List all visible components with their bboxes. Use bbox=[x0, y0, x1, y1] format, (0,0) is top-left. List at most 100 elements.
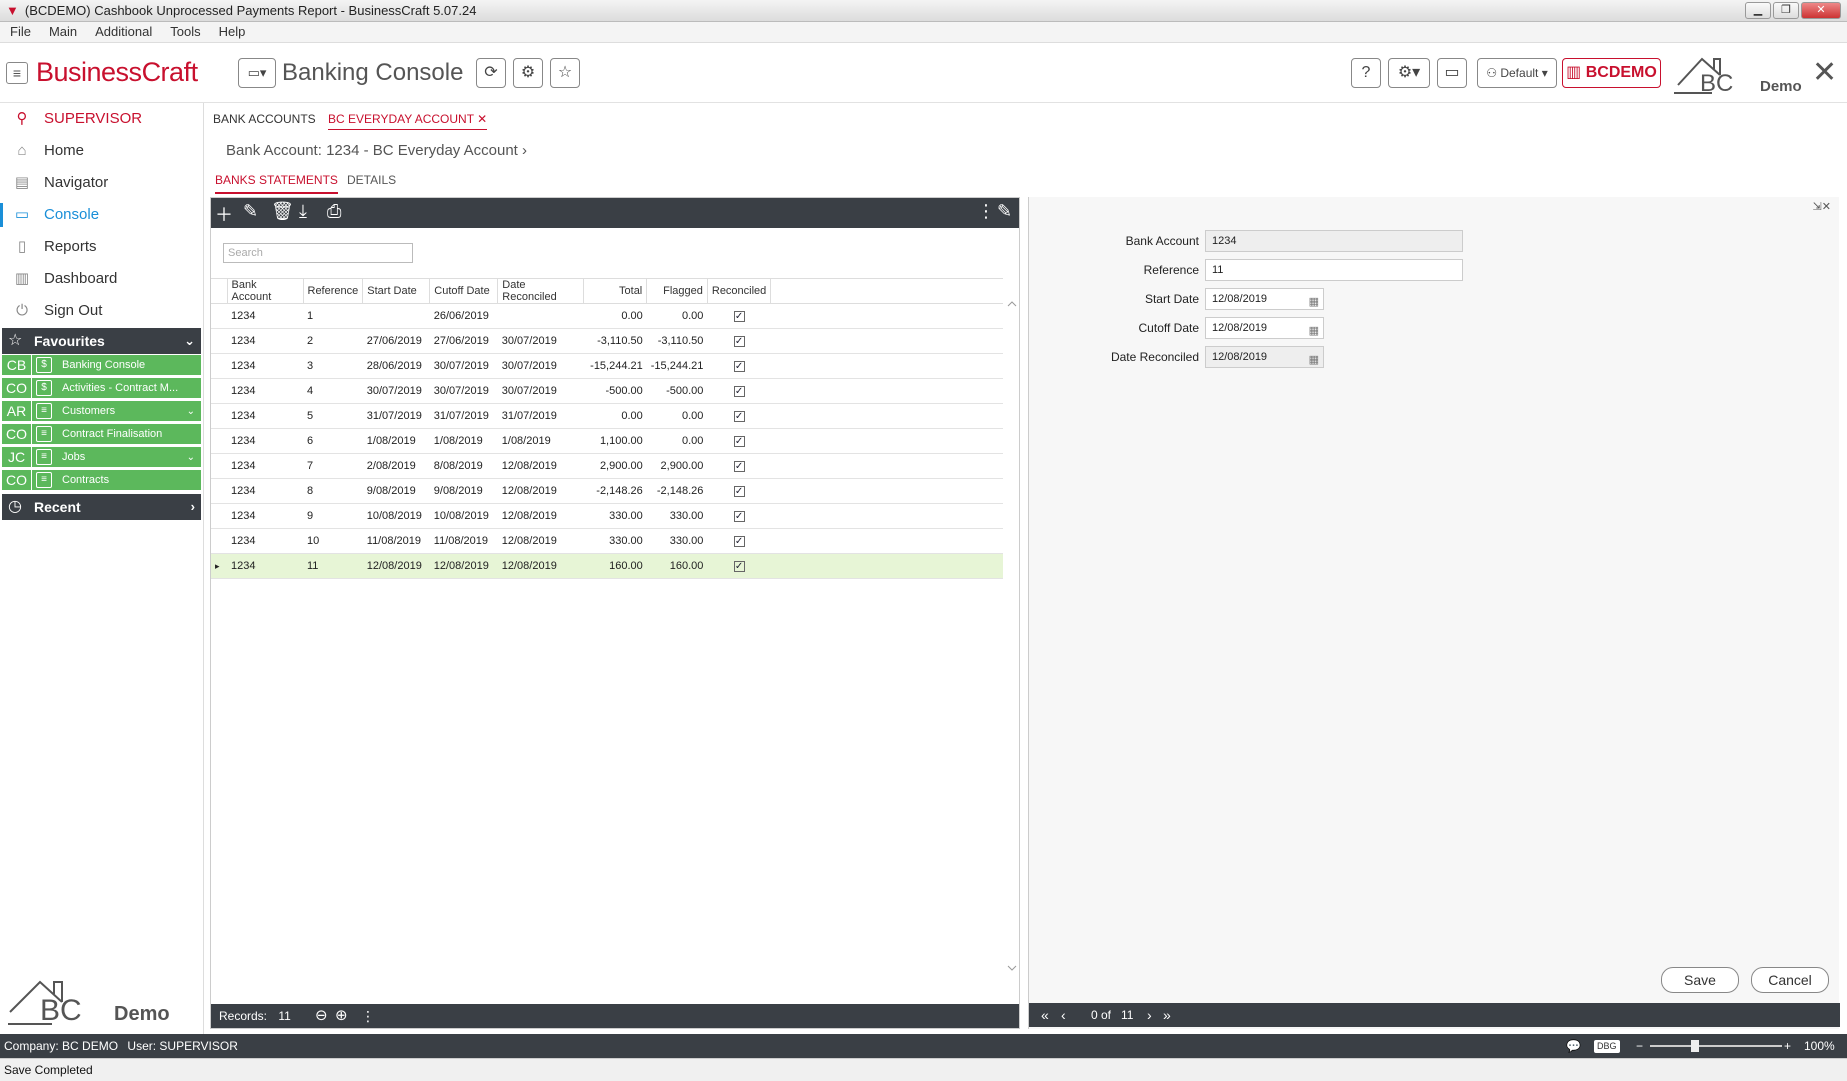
table-cell[interactable]: 1234 bbox=[227, 378, 303, 404]
table-cell[interactable]: 31/07/2019 bbox=[497, 403, 584, 429]
table-cell[interactable]: 31/07/2019 bbox=[362, 403, 430, 429]
zoom-out-icon[interactable]: − bbox=[1636, 1034, 1643, 1058]
sidebar-user[interactable]: ⚲ SUPERVISOR bbox=[0, 103, 204, 135]
column-header[interactable]: Start Date bbox=[362, 278, 431, 304]
table-cell[interactable]: 1234 bbox=[227, 403, 303, 429]
debug-badge[interactable]: DBG bbox=[1594, 1040, 1620, 1053]
table-cell[interactable]: 9 bbox=[303, 503, 363, 529]
first-record-icon[interactable]: « bbox=[1041, 1003, 1049, 1027]
table-cell[interactable]: -3,110.50 bbox=[646, 328, 708, 354]
table-row[interactable]: 1234 9 10/08/2019 10/08/2019 12/08/2019 330.0… bbox=[211, 503, 1003, 529]
sidebar-item-console[interactable]: ▭ Console bbox=[0, 199, 204, 231]
table-cell[interactable]: 1234 bbox=[227, 503, 303, 529]
table-cell[interactable]: 30/07/2019 bbox=[497, 353, 584, 379]
table-cell[interactable]: 30/07/2019 bbox=[429, 353, 498, 379]
table-cell[interactable]: 160.00 bbox=[583, 553, 647, 579]
reconciled-checkbox[interactable]: ✓ bbox=[733, 536, 745, 547]
menu-main[interactable]: Main bbox=[43, 22, 89, 42]
favourite-star-icon[interactable]: ☆ bbox=[550, 58, 580, 88]
table-cell[interactable]: 9/08/2019 bbox=[362, 478, 430, 504]
calendar-icon[interactable]: ▦ bbox=[1309, 321, 1319, 341]
column-header[interactable]: Bank Account bbox=[227, 278, 304, 304]
table-cell[interactable]: 12/08/2019 bbox=[497, 553, 584, 579]
table-cell[interactable]: -2,148.26 bbox=[583, 478, 647, 504]
zoom-slider[interactable] bbox=[1650, 1040, 1782, 1052]
table-cell[interactable]: 11/08/2019 bbox=[429, 528, 498, 554]
table-cell[interactable]: 330.00 bbox=[583, 528, 647, 554]
table-cell[interactable]: 8 bbox=[303, 478, 363, 504]
table-cell[interactable]: 27/06/2019 bbox=[429, 328, 498, 354]
menu-additional[interactable]: Additional bbox=[89, 22, 164, 42]
column-header[interactable]: Total bbox=[583, 278, 648, 304]
table-cell[interactable]: 30/07/2019 bbox=[497, 378, 584, 404]
previous-record-icon[interactable]: ‹ bbox=[1061, 1003, 1066, 1027]
table-cell[interactable]: 330.00 bbox=[583, 503, 647, 529]
reconciled-checkbox[interactable]: ✓ bbox=[733, 511, 745, 522]
table-cell[interactable]: -500.00 bbox=[646, 378, 708, 404]
table-cell[interactable]: 0.00 bbox=[646, 303, 708, 329]
reference-field[interactable]: 11 bbox=[1205, 259, 1463, 281]
table-row[interactable]: 1234 4 30/07/2019 30/07/2019 30/07/2019 -500.… bbox=[211, 378, 1003, 404]
chevron-down-icon[interactable]: ⌄ bbox=[187, 447, 195, 468]
table-cell[interactable]: 9/08/2019 bbox=[429, 478, 498, 504]
favourites-header[interactable]: ☆ Favourites ⌄ bbox=[2, 328, 201, 354]
grid-vertical-scrollbar[interactable] bbox=[1006, 298, 1018, 974]
favourite-item[interactable]: CO ≡ Contracts bbox=[2, 470, 201, 491]
table-cell[interactable]: 31/07/2019 bbox=[429, 403, 498, 429]
reconciled-checkbox[interactable]: ✓ bbox=[733, 561, 745, 572]
table-cell[interactable]: 12/08/2019 bbox=[497, 528, 584, 554]
chevron-right-icon[interactable]: › bbox=[522, 142, 527, 159]
table-cell[interactable]: 12/08/2019 bbox=[497, 478, 584, 504]
close-tab-icon[interactable]: ✕ bbox=[477, 112, 487, 126]
inbox-icon[interactable]: ▭ bbox=[1437, 58, 1467, 88]
menu-file[interactable]: File bbox=[4, 22, 43, 42]
close-console-icon[interactable]: ✕ bbox=[1812, 55, 1837, 90]
table-cell[interactable]: 1234 bbox=[227, 328, 303, 354]
table-cell[interactable]: 0.00 bbox=[646, 428, 708, 454]
expand-icon[interactable]: ⊕ bbox=[335, 1004, 348, 1028]
delete-icon[interactable]: 🗑 bbox=[271, 201, 294, 222]
reconciled-checkbox[interactable]: ✓ bbox=[733, 436, 745, 447]
column-header[interactable]: Date Reconciled bbox=[497, 278, 585, 304]
table-row[interactable]: 1234 6 1/08/2019 1/08/2019 1/08/2019 1,100.00… bbox=[211, 428, 1003, 454]
hamburger-menu-icon[interactable]: ≡ bbox=[6, 62, 28, 84]
refresh-icon[interactable]: ⟳ bbox=[476, 58, 506, 88]
download-icon[interactable]: ⤓ bbox=[299, 201, 307, 222]
gear-dropdown-icon[interactable]: ⚙▾ bbox=[1388, 58, 1430, 88]
sidebar-item-navigator[interactable]: ▤ Navigator bbox=[0, 167, 204, 199]
table-cell[interactable]: 1/08/2019 bbox=[497, 428, 584, 454]
table-cell[interactable]: 11/08/2019 bbox=[362, 528, 430, 554]
table-cell[interactable]: 1,100.00 bbox=[583, 428, 647, 454]
company-button[interactable]: ▥ BCDEMO bbox=[1562, 58, 1661, 88]
menu-tools[interactable]: Tools bbox=[164, 22, 212, 42]
table-row[interactable]: 1234 3 28/06/2019 30/07/2019 30/07/2019 -15,2… bbox=[211, 353, 1003, 379]
reconciled-checkbox[interactable]: ✓ bbox=[733, 411, 745, 422]
table-cell[interactable]: 0.00 bbox=[583, 403, 647, 429]
table-cell[interactable]: 3 bbox=[303, 353, 363, 379]
sidebar-item-dashboard[interactable]: ▥ Dashboard bbox=[0, 263, 204, 295]
table-cell[interactable]: 0.00 bbox=[583, 303, 647, 329]
chat-icon[interactable]: 💬 bbox=[1566, 1034, 1581, 1058]
table-row[interactable]: 1234 8 9/08/2019 9/08/2019 12/08/2019 -2,148.… bbox=[211, 478, 1003, 504]
cancel-button[interactable]: Cancel bbox=[1751, 967, 1829, 993]
table-cell[interactable]: 30/07/2019 bbox=[362, 378, 430, 404]
edit-layout-icon[interactable]: ✎ bbox=[997, 201, 1012, 222]
table-row[interactable]: ▸ 1234 11 12/08/2019 12/08/2019 12/08/2019 160… bbox=[211, 553, 1003, 579]
table-cell[interactable]: 2,900.00 bbox=[583, 453, 647, 479]
table-cell[interactable]: 1234 bbox=[227, 303, 303, 329]
maximize-button[interactable]: ❐ bbox=[1773, 2, 1799, 19]
recent-header[interactable]: ◷ Recent › bbox=[2, 494, 201, 520]
more-options-icon[interactable]: ⋮ bbox=[977, 201, 995, 222]
table-cell[interactable] bbox=[497, 303, 584, 329]
favourite-item[interactable]: CO ≡ Contract Finalisation bbox=[2, 424, 201, 445]
minimize-button[interactable]: ▁ bbox=[1745, 2, 1771, 19]
table-cell[interactable] bbox=[362, 303, 430, 329]
table-row[interactable]: 1234 5 31/07/2019 31/07/2019 31/07/2019 0.00 0… bbox=[211, 403, 1003, 429]
table-cell[interactable]: 6 bbox=[303, 428, 363, 454]
menu-help[interactable]: Help bbox=[213, 22, 258, 42]
reconciled-checkbox[interactable]: ✓ bbox=[733, 336, 745, 347]
reconciled-checkbox[interactable]: ✓ bbox=[733, 461, 745, 472]
collapse-icon[interactable]: ⊖ bbox=[315, 1004, 328, 1028]
table-cell[interactable]: -15,244.21 bbox=[646, 353, 708, 379]
edit-icon[interactable]: ✎ bbox=[243, 201, 258, 222]
